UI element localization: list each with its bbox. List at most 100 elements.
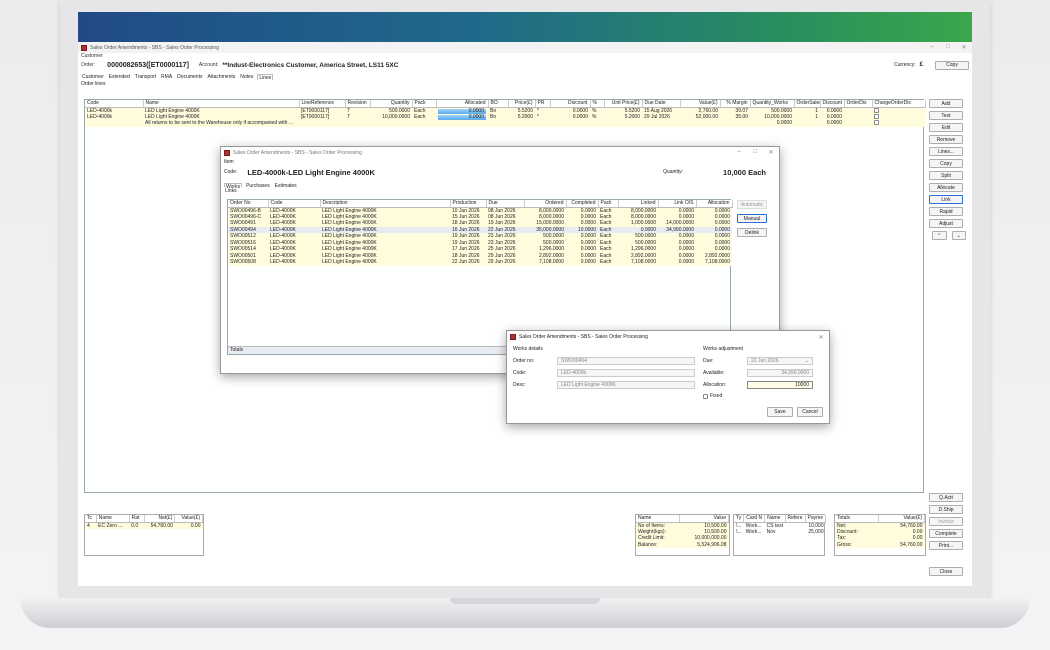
- col-name[interactable]: Name: [143, 100, 300, 108]
- automatic-button[interactable]: Automatic: [737, 200, 767, 209]
- col-price[interactable]: Price(£): [508, 100, 536, 108]
- col-production[interactable]: Production: [450, 200, 487, 208]
- cell-linked: 7,108.0000: [618, 259, 658, 266]
- tab-notes[interactable]: Notes: [239, 74, 254, 80]
- tab-attachments[interactable]: Attachments: [206, 74, 236, 80]
- add-button[interactable]: Add: [929, 99, 963, 108]
- col-discount2[interactable]: Discount: [820, 100, 845, 108]
- col-pack[interactable]: Pack: [412, 100, 437, 108]
- lines-button[interactable]: Lines...: [929, 147, 963, 156]
- move-up-icon[interactable]: ⌃: [932, 231, 947, 240]
- tab-purchases[interactable]: Purchases: [245, 183, 271, 189]
- minimize-icon[interactable]: –: [924, 44, 940, 51]
- col-completed[interactable]: Completed: [566, 200, 599, 208]
- col-quantity-works[interactable]: Quantity_Works: [750, 100, 795, 108]
- save-button[interactable]: Save: [767, 407, 793, 417]
- remove-button[interactable]: Remove: [929, 135, 963, 144]
- table-row[interactable]: All returns to be sent to the Warehouse …: [85, 120, 925, 127]
- cancel-button[interactable]: Cancel: [797, 407, 823, 417]
- allocation-input[interactable]: 10000: [747, 381, 813, 389]
- copy-button[interactable]: Copy: [929, 159, 963, 168]
- maximize-icon[interactable]: □: [747, 149, 763, 156]
- close-icon[interactable]: ✕: [956, 44, 972, 51]
- col-order-no[interactable]: Order No: [228, 200, 269, 208]
- col-margin[interactable]: % Margin: [720, 100, 751, 108]
- tab-estimates[interactable]: Estimates: [274, 183, 298, 189]
- text-button[interactable]: Text: [929, 111, 963, 120]
- col-chargeorderdis[interactable]: ChargeOrderDis: [872, 100, 926, 108]
- col-link-os[interactable]: Link O/S: [658, 200, 697, 208]
- tax-col-tc: Tc: [85, 515, 97, 523]
- calendar-dropdown-icon[interactable]: ⌄: [805, 358, 809, 364]
- fixed-checkbox[interactable]: [703, 393, 708, 399]
- minimize-icon[interactable]: –: [731, 149, 747, 156]
- works-adjustment-label: Works adjustment: [703, 346, 743, 352]
- copy-header-button[interactable]: Copy: [935, 60, 969, 70]
- col-quantity[interactable]: Quantity: [370, 100, 413, 108]
- maximize-icon[interactable]: □: [940, 44, 956, 51]
- code-field[interactable]: LED-4000k: [557, 369, 695, 377]
- available-field[interactable]: 34,990.0000: [747, 369, 813, 377]
- cell-allocated: 0.0000: [436, 113, 488, 120]
- tab-works[interactable]: Works: [224, 183, 243, 190]
- col-pack[interactable]: Pack: [598, 200, 619, 208]
- col-unit-price[interactable]: Unit Price(£): [604, 100, 643, 108]
- tab-documents[interactable]: Documents: [176, 74, 203, 80]
- col-discount[interactable]: Discount: [550, 100, 591, 108]
- invoice-button[interactable]: Invoice: [929, 517, 963, 526]
- link-button[interactable]: Link: [929, 195, 963, 204]
- table-row[interactable]: SWO00508 LED-4000K LED Light Engine 4000K 2…: [228, 259, 732, 266]
- complete-button[interactable]: Complete: [929, 529, 963, 538]
- tab-transport[interactable]: Transport: [134, 74, 157, 80]
- tab-customer[interactable]: Customer: [81, 74, 105, 80]
- rapid-button[interactable]: Rapid: [929, 207, 963, 216]
- close-button[interactable]: Close: [929, 567, 963, 576]
- col-ordered[interactable]: Ordered: [524, 200, 567, 208]
- col-allocation[interactable]: Allocation: [696, 200, 733, 208]
- col-due[interactable]: Due: [486, 200, 525, 208]
- col-bo[interactable]: BO: [488, 100, 509, 108]
- col-value[interactable]: Value(£): [680, 100, 721, 108]
- charge-checkbox[interactable]: [874, 113, 879, 119]
- delink-button[interactable]: Delink: [737, 228, 767, 237]
- move-down-icon[interactable]: ⌄: [951, 231, 966, 240]
- main-titlebar: Sales Order Amendments - SBS - Sales Ord…: [78, 42, 972, 53]
- col-revision[interactable]: Revision: [345, 100, 371, 108]
- q-actt-button[interactable]: Q.Actt: [929, 493, 963, 502]
- table-row[interactable]: 4 EC Zero ... 0.0 54,760.00 0.00: [85, 522, 203, 529]
- allocate-button[interactable]: Allocate: [929, 183, 963, 192]
- col-percent[interactable]: %: [590, 100, 605, 108]
- manual-button[interactable]: Manual: [737, 214, 767, 223]
- col-pr[interactable]: PR: [535, 100, 551, 108]
- col-orderdis[interactable]: OrderDis: [844, 100, 873, 108]
- tab-rma[interactable]: RMA: [160, 74, 173, 80]
- col-ordersales[interactable]: OrderSales: [794, 100, 821, 108]
- order-no-field[interactable]: SWO00494: [557, 357, 695, 365]
- edit-button[interactable]: Edit: [929, 123, 963, 132]
- desc-field[interactable]: LED Light Engine 4000K: [557, 381, 695, 389]
- table-row[interactable]: \... Work... Nov 25,000: [734, 529, 826, 536]
- col-linked[interactable]: Linked: [618, 200, 659, 208]
- cell-link-os: 0.0000: [658, 259, 696, 266]
- close-icon[interactable]: ✕: [813, 334, 829, 341]
- charge-checkbox[interactable]: [874, 107, 879, 113]
- d-ship-button[interactable]: D.Ship: [929, 505, 963, 514]
- order-label: Order:: [81, 62, 96, 68]
- allocation-label: Allocation:: [703, 382, 727, 388]
- split-button[interactable]: Split: [929, 171, 963, 180]
- close-icon[interactable]: ✕: [763, 149, 779, 156]
- tab-extended[interactable]: Extended: [108, 74, 131, 80]
- print-button[interactable]: Print...: [929, 541, 963, 550]
- charge-checkbox[interactable]: [874, 120, 879, 126]
- col-linereference[interactable]: LineReference: [299, 100, 346, 108]
- col-allocated[interactable]: Allocated: [436, 100, 489, 108]
- quantity-label: Quantity:: [663, 169, 684, 175]
- due-date-picker[interactable]: 22 Jun 2026 ⌄: [747, 357, 813, 365]
- col-due-date[interactable]: Due Date: [642, 100, 681, 108]
- table-row[interactable]: \... Work... CS test 10,000: [734, 522, 826, 529]
- col-description[interactable]: Description: [320, 200, 451, 208]
- adjust-button[interactable]: Adjust: [929, 219, 963, 228]
- col-code[interactable]: Code: [268, 200, 321, 208]
- col-code[interactable]: Code: [85, 100, 144, 108]
- tab-lines[interactable]: Lines: [257, 74, 274, 81]
